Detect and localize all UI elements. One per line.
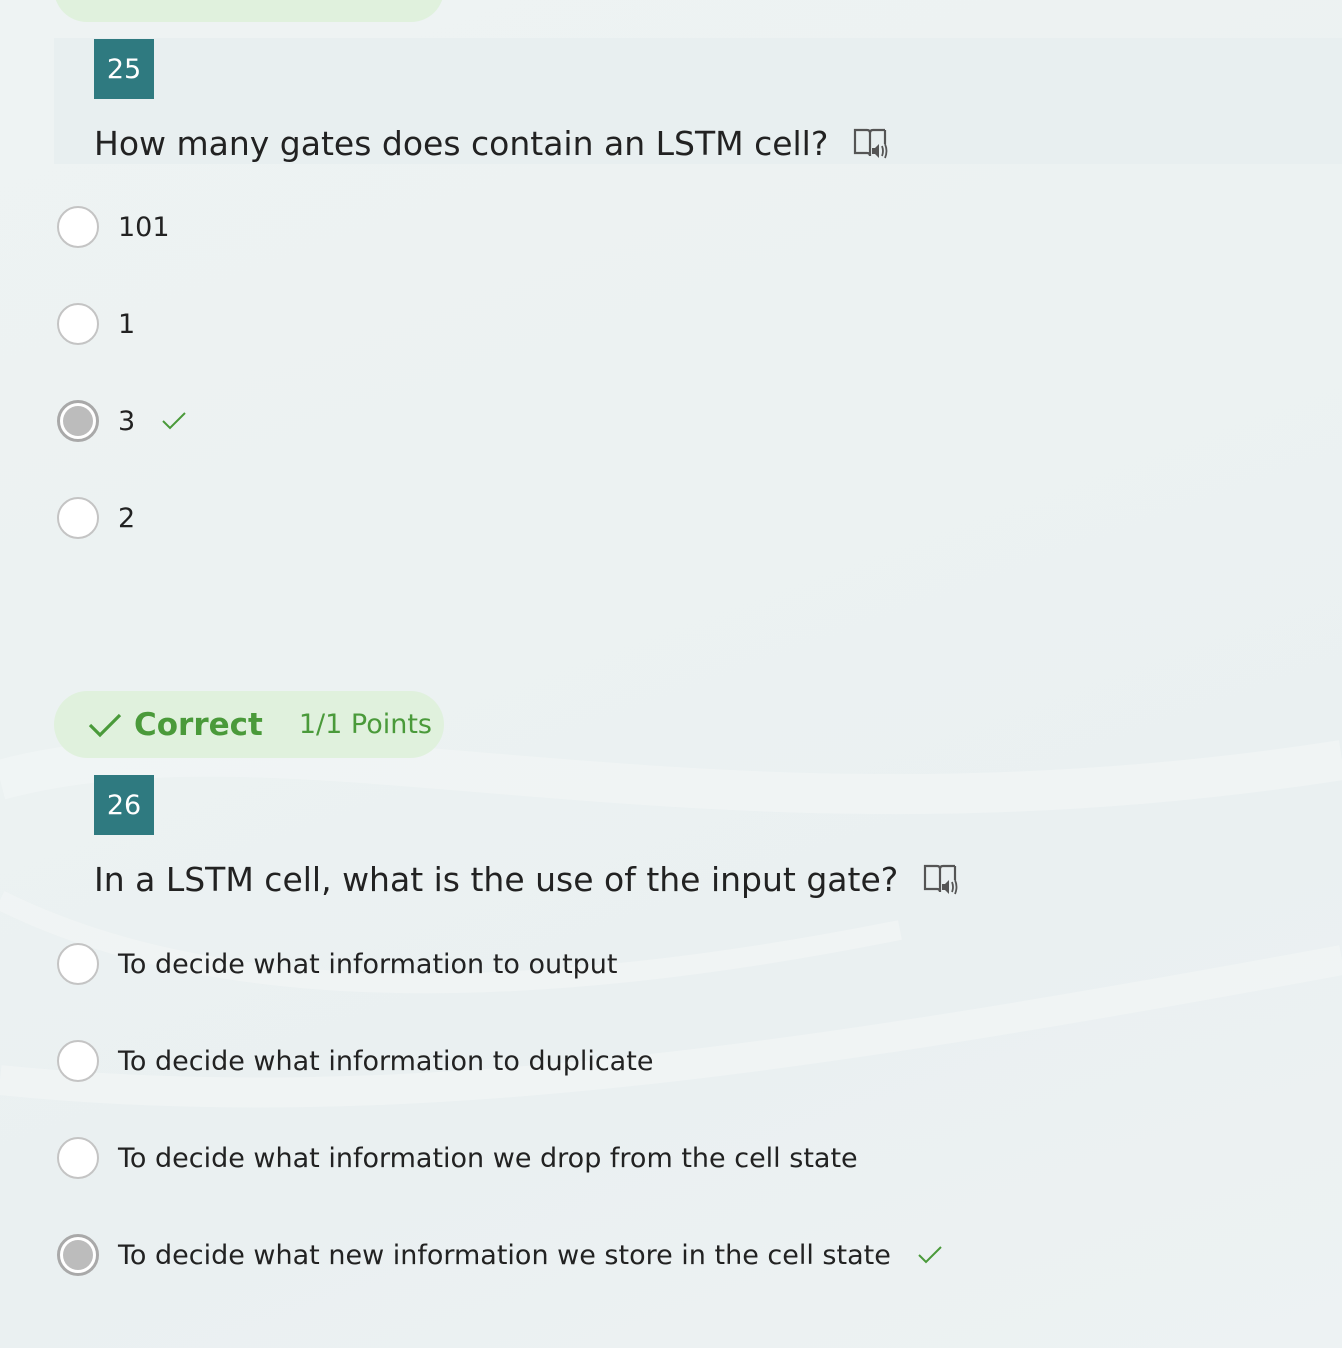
question-number-badge: 26	[94, 775, 154, 835]
radio-button-selected[interactable]	[57, 400, 99, 442]
answer-option-label: 3	[118, 405, 136, 437]
answer-option-label: To decide what new information we store …	[118, 1239, 891, 1271]
answer-option-label: 1	[118, 308, 136, 340]
question-number-badge: 25	[94, 39, 154, 99]
question-title: How many gates does contain an LSTM cell…	[94, 120, 890, 166]
answer-option-selected[interactable]: 3	[57, 399, 187, 443]
answer-option-label: To decide what information to duplicate	[118, 1045, 654, 1077]
answer-option[interactable]: 2	[57, 496, 135, 540]
result-points: 1/1 Points	[298, 709, 432, 740]
radio-button[interactable]	[57, 1040, 99, 1082]
answer-option[interactable]: To decide what information to duplicate	[57, 1039, 653, 1083]
immersive-reader-icon[interactable]	[852, 126, 890, 160]
checkmark-icon	[162, 412, 186, 430]
radio-button-selected[interactable]	[57, 1234, 99, 1276]
answer-option-label: To decide what information we drop from …	[118, 1142, 858, 1174]
answer-option[interactable]: To decide what information to output	[57, 942, 618, 986]
answer-option-selected[interactable]: To decide what new information we store …	[57, 1233, 943, 1277]
radio-button[interactable]	[57, 206, 99, 248]
answer-option-label: To decide what information to output	[118, 948, 618, 980]
checkmark-icon	[918, 1246, 942, 1264]
answer-option-label: 2	[118, 502, 136, 534]
answer-option[interactable]: 1	[57, 302, 135, 346]
question-title: In a LSTM cell, what is the use of the i…	[94, 856, 960, 902]
result-badge: Correct 1/1 Points	[54, 691, 444, 758]
immersive-reader-icon[interactable]	[922, 862, 960, 896]
checkmark-icon	[88, 713, 122, 737]
answer-option[interactable]: 101	[57, 205, 170, 249]
radio-button[interactable]	[57, 943, 99, 985]
radio-button[interactable]	[57, 497, 99, 539]
radio-button[interactable]	[57, 1137, 99, 1179]
previous-result-pill	[54, 0, 444, 22]
answer-option[interactable]: To decide what information we drop from …	[57, 1136, 858, 1180]
question-title-text: How many gates does contain an LSTM cell…	[94, 123, 829, 163]
question-title-text: In a LSTM cell, what is the use of the i…	[94, 859, 899, 899]
radio-dot	[63, 1240, 93, 1270]
answer-option-label: 101	[118, 211, 170, 243]
radio-button[interactable]	[57, 303, 99, 345]
result-status: Correct	[134, 706, 263, 743]
radio-dot	[63, 406, 93, 436]
